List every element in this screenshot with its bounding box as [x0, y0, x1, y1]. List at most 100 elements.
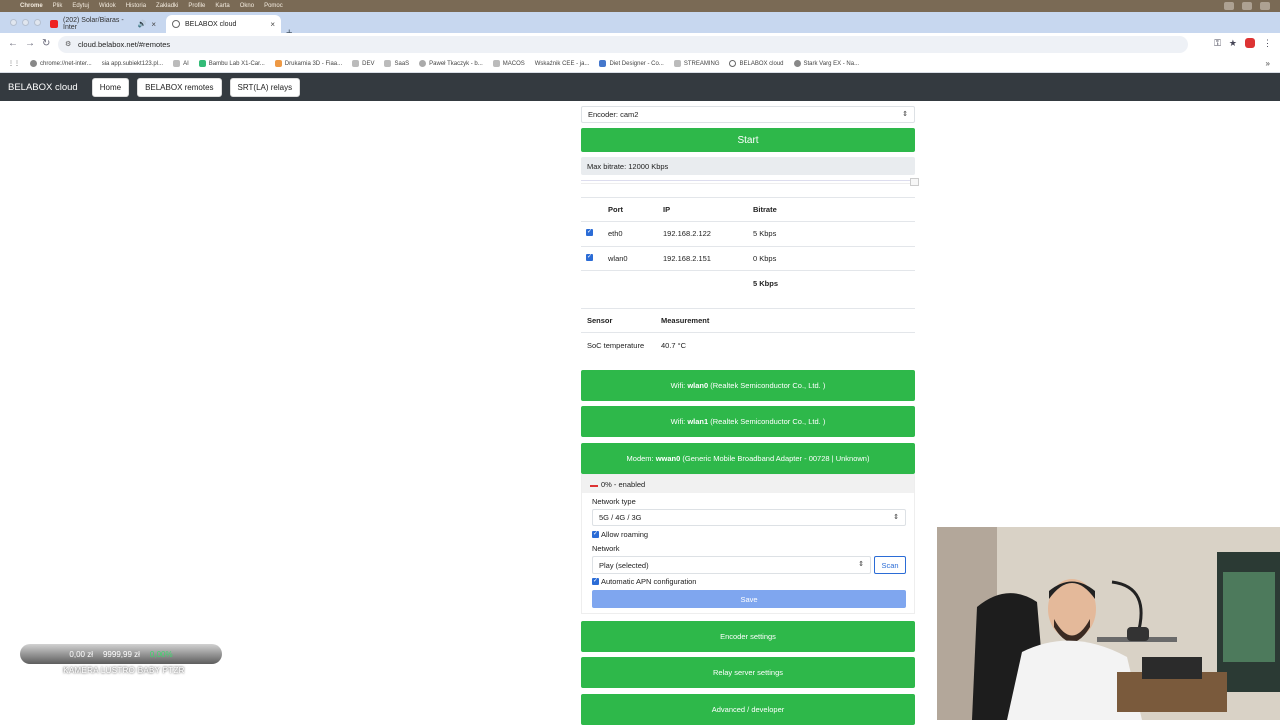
bookmark-folder[interactable]: STREAMING [673, 60, 719, 67]
close-tab-icon[interactable]: × [151, 20, 156, 29]
stream-caption: KAMERA LUSTRO BABY PTZR [63, 666, 185, 675]
star-icon[interactable]: ★ [1229, 38, 1237, 49]
encoder-select-value: Encoder: cam2 [588, 110, 639, 119]
modem-settings-panel: 0% - enabled Network type 5G / 4G / 3G ⇕… [581, 474, 915, 614]
table-header: Measurement [661, 308, 915, 333]
menu-item[interactable]: Okno [240, 3, 254, 9]
interface-checkbox[interactable] [586, 253, 593, 261]
app-brand[interactable]: BELABOX cloud [8, 82, 78, 93]
bookmark-label: BELABOX cloud [739, 60, 784, 67]
bookmark-item[interactable]: Diet Designer - Co... [599, 60, 664, 67]
minimize-window-icon[interactable] [22, 19, 29, 26]
menu-item[interactable]: Profile [188, 3, 205, 9]
browser-tab-strip: (202) Solar/Biaras - Inter 🔊 × BELABOX c… [0, 12, 1280, 39]
bookmark-item[interactable]: Bambu Lab X1-Car... [198, 60, 265, 67]
encoder-select[interactable]: Encoder: cam2 ⇕ [581, 106, 915, 123]
extension-icon[interactable] [1245, 38, 1255, 48]
menu-item[interactable]: Pomoc [264, 3, 283, 9]
interface-checkbox[interactable] [586, 228, 593, 237]
max-bitrate-label: Max bitrate: 12000 Kbps [581, 157, 915, 175]
back-icon[interactable]: ← [8, 38, 18, 49]
table-row: SoC temperature 40.7 °C [581, 332, 915, 357]
menu-item[interactable]: Historia [126, 3, 146, 9]
bookmark-folder[interactable]: MACOS [492, 60, 525, 67]
nav-relays-button[interactable]: SRT(LA) relays [229, 77, 301, 97]
table-header-row: Port IP Bitrate [581, 197, 915, 222]
scan-label: Scan [881, 560, 899, 570]
bookmark-item[interactable]: Wskaźnik CEE - ja... [535, 61, 590, 67]
window-controls [10, 19, 41, 26]
bookmark-folder[interactable]: AI [173, 60, 189, 67]
globe-icon [172, 20, 180, 28]
donation-current: 0,00 zł [69, 649, 93, 659]
bookmark-item[interactable]: sia app.subiekt123.pl... [102, 61, 163, 67]
bookmark-item[interactable]: chrome://net-inter... [30, 60, 92, 67]
folder-icon [492, 60, 500, 67]
bookmark-label: DEV [362, 60, 375, 67]
allow-roaming-checkbox[interactable] [592, 530, 599, 538]
menu-item[interactable]: Karta [215, 3, 229, 9]
wifi-wlan1-panel-toggle[interactable]: Wifi: wlan1 (Realtek Semiconductor Co., … [581, 406, 915, 437]
bookmarks-bar: ⋮⋮ chrome://net-inter... sia app.subiekt… [0, 55, 1280, 73]
max-bitrate-text: Max bitrate: 12000 Kbps [587, 161, 669, 171]
bookmark-item[interactable]: Drukarnia 3D - Fiaa... [274, 60, 342, 67]
section-label: Advanced / developer [711, 705, 785, 714]
network-interfaces-table: Port IP Bitrate eth0 192.168.2.122 5 Kbp… [581, 197, 915, 295]
wifi-wlan0-panel-toggle[interactable]: Wifi: wlan0 (Realtek Semiconductor Co., … [581, 370, 915, 401]
speaker-icon[interactable]: 🔊 [138, 20, 147, 28]
network-select[interactable]: Play (selected) ⇕ [592, 556, 871, 574]
start-button[interactable]: Start [581, 128, 915, 152]
url-field[interactable]: ⚙ cloud.belabox.net/#remotes [58, 36, 1188, 53]
menu-app-name[interactable]: Chrome [20, 3, 43, 9]
menu-kebab-icon[interactable]: ⋮ [1263, 38, 1272, 49]
bookmark-label: Stark Varg EX - Na... [803, 60, 860, 67]
wifi-desc: (Realtek Semiconductor Co., Ltd. ) [708, 381, 826, 390]
modem-panel-toggle[interactable]: Modem: wwan0 (Generic Mobile Broadband A… [581, 443, 915, 474]
network-type-select[interactable]: 5G / 4G / 3G ⇕ [592, 509, 906, 526]
table-header: IP [663, 197, 753, 222]
close-tab-icon[interactable]: × [270, 20, 275, 29]
browser-tab[interactable]: (202) Solar/Biaras - Inter 🔊 × [44, 15, 162, 33]
browser-tab-active[interactable]: BELABOX cloud × [166, 15, 281, 33]
bookmark-item[interactable]: Paweł Tkaczyk - b... [419, 60, 483, 67]
globe-icon [729, 60, 737, 67]
signal-bar-icon [590, 485, 598, 487]
encoder-settings-toggle[interactable]: Encoder settings [581, 621, 915, 652]
bookmark-item[interactable]: Stark Varg EX - Na... [793, 60, 860, 67]
zoom-window-icon[interactable] [34, 19, 41, 26]
status-icon[interactable] [1224, 2, 1234, 10]
tab-title: BELABOX cloud [185, 20, 237, 28]
status-icon[interactable] [1242, 2, 1252, 10]
key-icon[interactable]: ⚿ [1214, 38, 1221, 49]
apps-grid-icon[interactable]: ⋮⋮ [8, 60, 20, 67]
bookmark-item[interactable]: BELABOX cloud [729, 60, 784, 67]
bookmark-folder[interactable]: DEV [352, 60, 374, 67]
bitrate-cell: 5 Kbps [753, 221, 915, 246]
forward-icon[interactable]: → [25, 38, 35, 49]
site-info-icon[interactable]: ⚙ [65, 40, 71, 48]
total-bitrate: 5 Kbps [753, 270, 915, 295]
relay-settings-toggle[interactable]: Relay server settings [581, 657, 915, 688]
bitrate-slider[interactable] [581, 180, 915, 184]
menu-item[interactable]: Widok [99, 3, 116, 9]
menu-item[interactable]: Edytuj [72, 3, 89, 9]
more-bookmarks-icon[interactable]: » [1266, 59, 1280, 68]
save-button[interactable]: Save [592, 590, 906, 608]
close-window-icon[interactable] [10, 19, 17, 26]
nav-remotes-button[interactable]: BELABOX remotes [137, 77, 222, 97]
donation-percent: 0,00% [149, 649, 173, 659]
bookmark-folder[interactable]: SaaS [384, 60, 409, 67]
scan-button[interactable]: Scan [874, 556, 906, 574]
globe-icon [30, 60, 37, 67]
bitrate-slider-handle[interactable] [910, 178, 919, 186]
status-icon[interactable] [1260, 2, 1270, 10]
advanced-settings-toggle[interactable]: Advanced / developer [581, 694, 915, 725]
nav-home-button[interactable]: Home [91, 77, 130, 97]
youtube-icon [50, 20, 58, 28]
bookmark-label: Diet Designer - Co... [609, 60, 664, 67]
table-header: Sensor [581, 308, 661, 333]
menu-item[interactable]: Plik [53, 3, 63, 9]
reload-icon[interactable]: ↻ [42, 38, 50, 49]
menu-item[interactable]: Zakładki [156, 3, 178, 9]
auto-apn-checkbox[interactable] [592, 577, 599, 585]
